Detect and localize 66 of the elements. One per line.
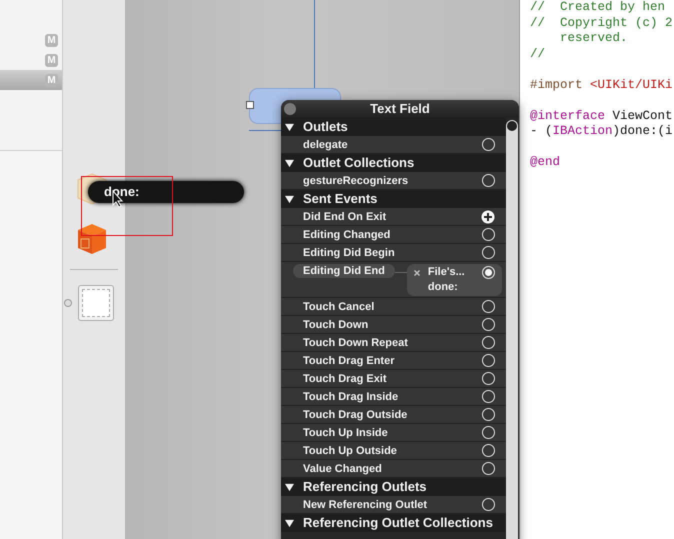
section-header: Referencing Outlets [303,478,427,496]
expanded-triangle-icon[interactable] [285,158,294,168]
connection-circle-icon[interactable] [482,462,495,475]
code-line: - (IBAction)done:(i [530,124,674,140]
connection-circle-icon[interactable] [482,426,495,439]
section-header: Outlet Collections [303,154,414,172]
target-object: File's... [428,266,466,278]
event-label: Editing Did End [293,264,395,278]
panel-title: Text Field [370,101,430,116]
connection-circle-icon[interactable] [482,318,495,331]
add-circle-icon[interactable] [481,210,495,224]
code-line: // Copyright (c) 2 [530,16,674,31]
event-label: Touch Drag Inside [303,390,398,402]
section-header: Outlets [303,118,348,136]
code-line: // [530,46,546,62]
event-label: Touch Down Repeat [303,336,408,348]
event-label: New Referencing Outlet [303,498,428,510]
connection-circle-icon[interactable] [482,300,495,313]
expanded-triangle-icon[interactable] [285,122,294,132]
event-label: Did End On Exit [303,210,386,222]
event-label: Editing Did Begin [303,246,395,258]
section-header: Sent Events [303,190,378,208]
resize-handle[interactable] [246,101,254,109]
code-line: @interface ViewCont [530,108,674,124]
connection-circle-icon[interactable] [482,336,495,349]
event-label: Value Changed [303,462,382,474]
scrollbar[interactable] [506,120,518,539]
event-label: Touch Cancel [303,300,374,312]
connection-circle-icon[interactable] [482,372,495,385]
event-label: gestureRecognizers [303,174,408,186]
code-line: #import <UIKit/UIKi [530,78,674,93]
event-label: Touch Up Inside [303,426,388,438]
code-line: @end [530,155,562,170]
event-label: Editing Changed [303,228,390,240]
code-line: // Created by hen [530,0,666,16]
close-icon[interactable] [284,103,296,115]
connection-circle-icon[interactable] [482,174,495,187]
event-label: delegate [303,138,348,150]
file-row[interactable]: M [0,30,62,50]
connection-circle-icon[interactable] [482,498,495,511]
modified-badge: M [45,34,58,46]
connection-circle-icon[interactable] [482,408,495,421]
expanded-triangle-icon[interactable] [285,194,294,204]
remove-icon[interactable] [414,270,420,276]
connection-circle-icon[interactable] [482,246,495,259]
connection-card[interactable]: File's... done: [406,264,502,296]
connected-circle-icon[interactable] [482,266,495,279]
event-label: Touch Drag Outside [303,408,408,420]
file-row[interactable]: M [0,50,62,70]
target-action: done: [428,281,459,293]
connection-circle-icon[interactable] [482,354,495,367]
connection-circle-icon[interactable] [482,138,495,151]
modified-badge: M [45,54,58,66]
expanded-triangle-icon[interactable] [285,482,294,492]
event-label: Touch Drag Enter [303,354,394,366]
expanded-triangle-icon[interactable] [285,518,294,528]
selected-file-row[interactable]: M [0,70,62,90]
section-header: Referencing Outlet Collections [303,514,493,532]
connection-circle-icon[interactable] [482,390,495,403]
connection-circle-icon[interactable] [482,444,495,457]
connection-circle-icon[interactable] [482,228,495,241]
event-label: Touch Up Outside [303,444,397,456]
event-label: Touch Down [303,318,368,330]
event-label: Touch Drag Exit [303,372,387,384]
modified-badge: M [45,74,58,86]
code-line: reserved. [559,31,629,46]
